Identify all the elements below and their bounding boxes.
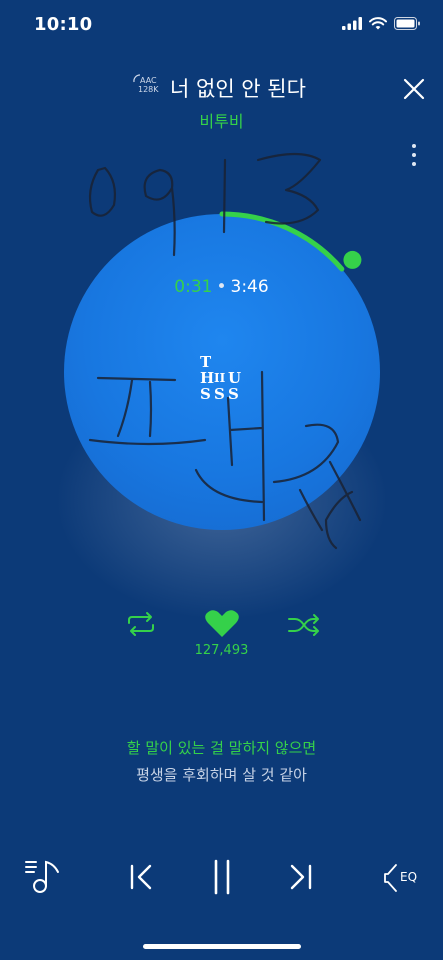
next-track-button[interactable] [286, 862, 316, 892]
repeat-button[interactable] [123, 610, 159, 638]
like-count: 127,493 [194, 643, 249, 658]
like-button[interactable] [203, 608, 241, 640]
previous-icon [130, 864, 152, 890]
playlist-button[interactable] [24, 858, 64, 896]
lyric-current-line[interactable]: 할 말이 있는 걸 말하지 않으면 [0, 737, 443, 758]
progress-ring [219, 211, 362, 272]
album-logo-letter: S [214, 385, 225, 403]
album-logo-letter: S [228, 385, 239, 403]
time-separator: • [216, 277, 227, 297]
album-logo-letter: II [214, 371, 226, 385]
home-indicator[interactable] [143, 944, 301, 949]
total-time: 3:46 [230, 277, 269, 297]
elapsed-time: 0:31 [174, 277, 213, 297]
album-logo-letter: U [228, 369, 242, 387]
album-logo: T H II U S S S [198, 354, 246, 420]
equalizer-button[interactable]: EQ [382, 862, 426, 894]
eq-label: EQ [400, 870, 418, 884]
lyric-next-line[interactable]: 평생을 후회하며 살 것 같아 [0, 764, 443, 785]
shuffle-icon [288, 614, 319, 636]
progress-knob [343, 250, 362, 269]
next-icon [290, 864, 312, 890]
previous-track-button[interactable] [126, 862, 156, 892]
shuffle-button[interactable] [286, 612, 322, 638]
repeat-icon [128, 612, 154, 636]
progress-arc [219, 211, 345, 272]
album-logo-letter: S [200, 385, 211, 403]
heart-icon [205, 610, 239, 637]
time-display: 0:31 • 3:46 [0, 277, 443, 297]
pause-button[interactable] [208, 858, 236, 896]
playlist-music-icon [25, 860, 59, 893]
album-logo-letter: H [200, 369, 215, 387]
album-logo-letter: T [200, 353, 212, 371]
pause-icon [214, 859, 230, 895]
